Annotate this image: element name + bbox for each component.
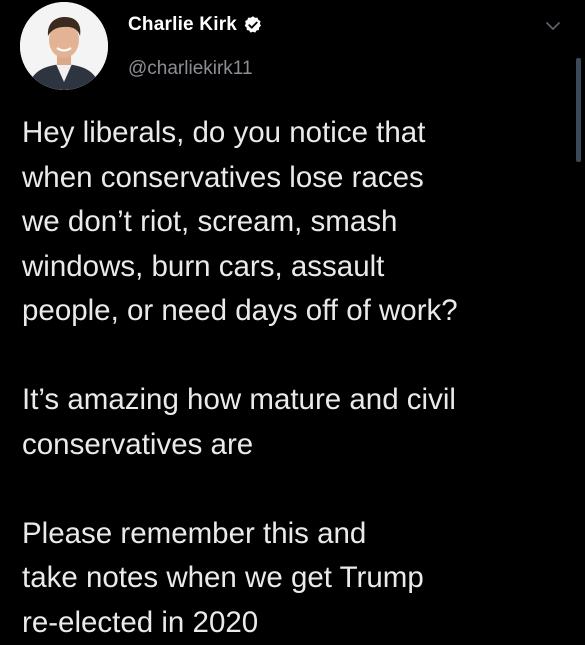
tweet-line: re-elected in 2020: [22, 601, 567, 645]
tweet-line: Please remember this and: [22, 512, 567, 557]
tweet-paragraph: Hey liberals, do you notice that when co…: [22, 111, 567, 334]
scrollbar[interactable]: [576, 58, 581, 162]
tweet-text: Hey liberals, do you notice that when co…: [22, 111, 567, 645]
tweet-line: people, or need days off of work?: [22, 289, 567, 334]
profile-photo-icon: [20, 2, 108, 90]
tweet-line: Hey liberals, do you notice that: [22, 111, 567, 156]
author-name[interactable]: Charlie Kirk: [128, 14, 237, 36]
tweet: Charlie Kirk @charliekirk11 Hey liberals…: [0, 0, 585, 642]
tweet-line: conservatives are: [22, 423, 567, 468]
author-name-row: Charlie Kirk: [128, 12, 263, 38]
tweet-line: when conservatives lose races: [22, 156, 567, 201]
tweet-paragraph: It’s amazing how mature and civil conser…: [22, 378, 567, 467]
tweet-line: It’s amazing how mature and civil: [22, 378, 567, 423]
tweet-line: take notes when we get Trump: [22, 556, 567, 601]
tweet-paragraph: Please remember this and take notes when…: [22, 512, 567, 645]
tweet-line: windows, burn cars, assault: [22, 245, 567, 290]
tweet-line: we don’t riot, scream, smash: [22, 200, 567, 245]
author-handle[interactable]: @charliekirk11: [128, 58, 263, 80]
author-info: Charlie Kirk @charliekirk11: [128, 12, 263, 80]
chevron-down-icon[interactable]: [543, 16, 563, 36]
author-avatar[interactable]: [20, 2, 108, 90]
verified-badge-icon: [243, 15, 263, 35]
